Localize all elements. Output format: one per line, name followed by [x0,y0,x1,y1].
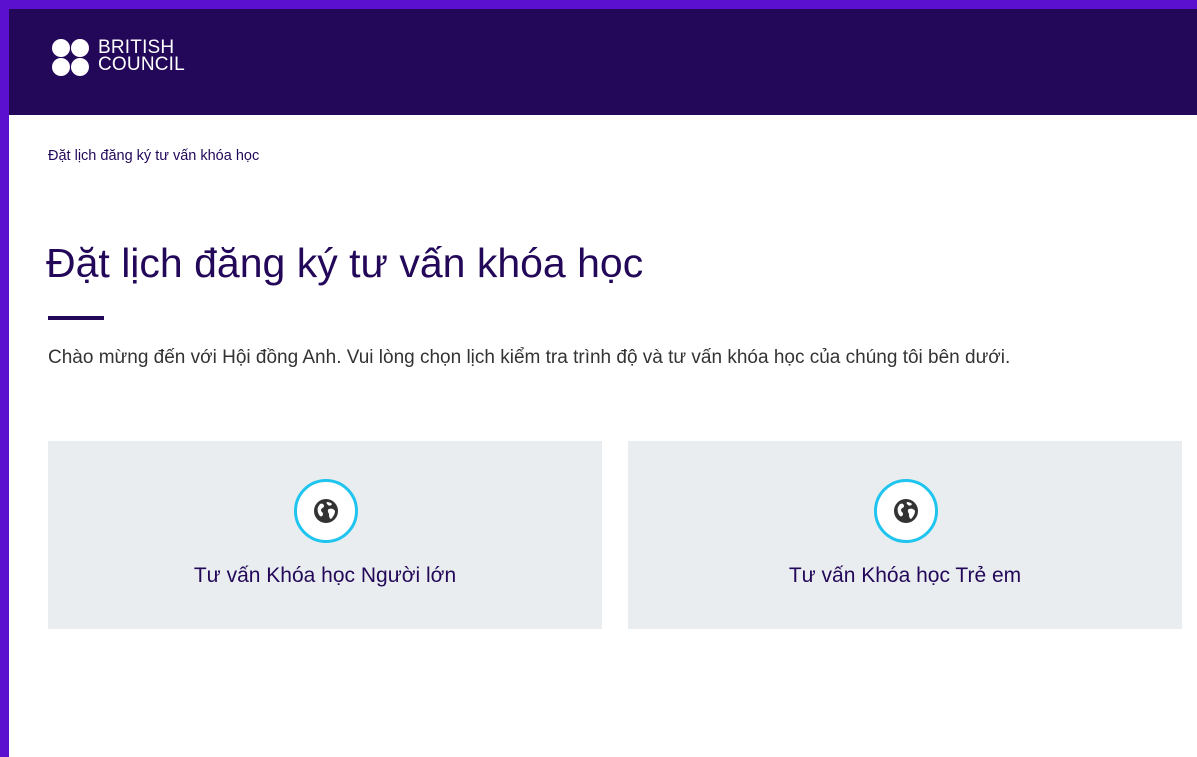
kids-card-label: Tư vấn Khóa học Trẻ em [788,564,1022,587]
logo-dots-icon [52,39,90,77]
breadcrumb[interactable]: Đặt lịch đăng ký tư vấn khóa học [48,148,259,164]
british-council-logo[interactable]: BRITISH COUNCIL [52,38,212,79]
page-title: Đặt lịch đăng ký tư vấn khóa học [46,240,644,286]
kids-course-consultation-card[interactable]: Tư vấn Khóa học Trẻ em [628,441,1182,629]
title-underline [48,316,104,320]
adult-course-consultation-card[interactable]: Tư vấn Khóa học Người lớn [48,441,602,629]
adult-card-label: Tư vấn Khóa học Người lớn [193,564,457,587]
intro-text: Chào mừng đến với Hội đồng Anh. Vui lòng… [48,347,1011,368]
globe-icon [874,479,938,543]
logo-line-2: COUNCIL [98,54,185,75]
site-header: BRITISH COUNCIL [9,9,1197,115]
globe-icon [294,479,358,543]
logo-wordmark: BRITISH COUNCIL [98,38,185,75]
